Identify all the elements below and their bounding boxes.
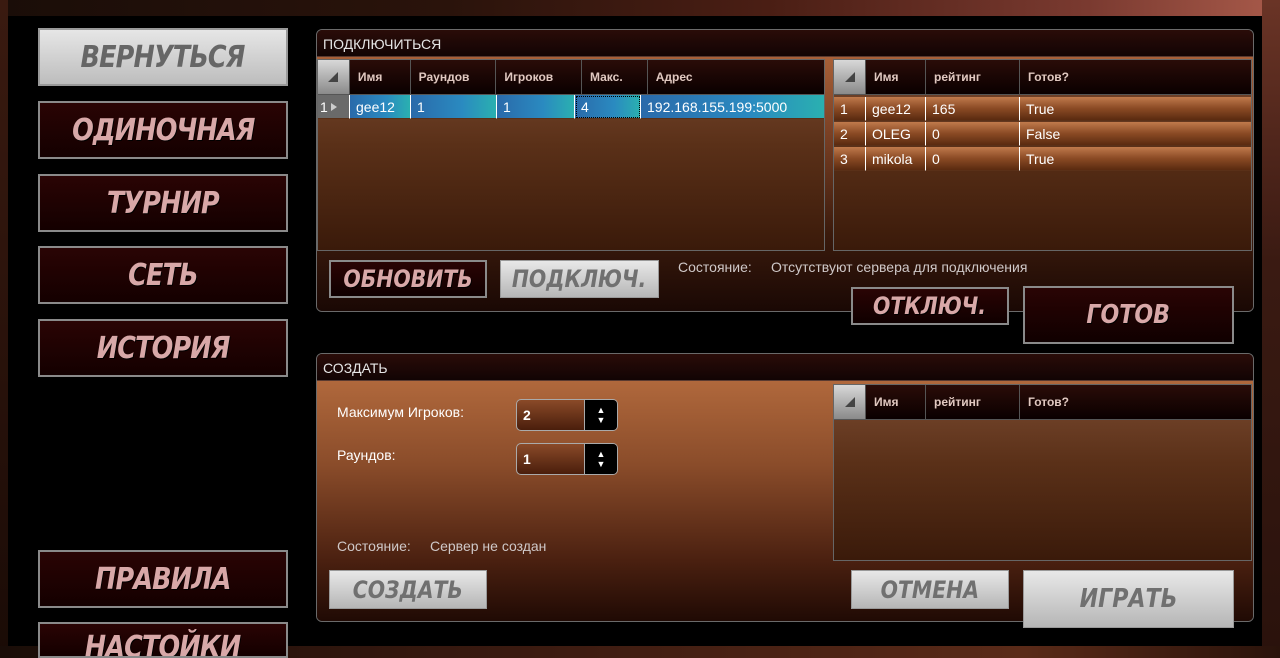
select-all-corner[interactable] (318, 60, 350, 94)
max-players-value: 2 (523, 407, 531, 423)
player-rating-cell[interactable]: 0 (926, 147, 1020, 171)
tournament-label: ТУРНИР (106, 185, 220, 221)
ready-button[interactable]: ГОТОВ (1023, 286, 1234, 344)
select-all-corner[interactable] (834, 385, 866, 419)
sort-triangle-icon (844, 397, 855, 407)
servers-col-address[interactable]: Адрес (648, 60, 824, 94)
row-index[interactable]: 1 (834, 97, 866, 121)
player-name-cell[interactable]: gee12 (866, 97, 926, 121)
connect-players-grid[interactable]: Имя рейтинг Готов? 1 gee12 165 True 2 OL… (833, 59, 1252, 251)
arrow-down-icon[interactable]: ▼ (597, 415, 606, 425)
max-players-label: Максимум Игроков: (337, 404, 464, 420)
history-button[interactable]: ИСТОРИЯ (38, 319, 288, 377)
background-left (0, 0, 8, 658)
sort-triangle-icon (328, 72, 339, 82)
disconnect-label: ОТКЛЮЧ. (873, 292, 987, 320)
disconnect-button[interactable]: ОТКЛЮЧ. (851, 287, 1009, 325)
servers-grid-header: Имя Раундов Игроков Макс. Адрес (318, 60, 824, 95)
settings-button[interactable]: НАСТОЙКИ (38, 622, 288, 658)
sort-triangle-icon (844, 72, 855, 82)
players-col-ready[interactable]: Готов? (1020, 60, 1251, 94)
row-index[interactable]: 2 (834, 122, 866, 146)
create-status-label: Состояние: (337, 538, 411, 554)
table-row[interactable]: 1 gee12 165 True (834, 97, 1251, 121)
tournament-button[interactable]: ТУРНИР (38, 174, 288, 232)
connect-button[interactable]: ПОДКЛЮЧ. (500, 260, 659, 298)
ready-label: ГОТОВ (1086, 300, 1171, 330)
servers-col-rounds[interactable]: Раундов (411, 60, 497, 94)
player-name-cell[interactable]: OLEG (866, 122, 926, 146)
rounds-label: Раундов: (337, 447, 396, 463)
server-name-cell[interactable]: gee12 (350, 95, 411, 119)
player-ready-cell[interactable]: False (1020, 122, 1251, 146)
connect-panel-title: ПОДКЛЮЧИТЬСЯ (317, 30, 1253, 57)
connect-players-header: Имя рейтинг Готов? (834, 60, 1251, 95)
create-status-value: Сервер не создан (430, 538, 547, 554)
server-max-cell[interactable]: 4 (575, 95, 641, 119)
row-index: 1 (320, 98, 328, 115)
player-ready-cell[interactable]: True (1020, 147, 1251, 171)
create-label: СОЗДАТЬ (352, 575, 464, 604)
table-row[interactable]: 3 mikola 0 True (834, 147, 1251, 171)
back-button[interactable]: ВЕРНУТЬСЯ (38, 28, 288, 86)
single-game-button[interactable]: ОДИНОЧНАЯ (38, 101, 288, 159)
settings-label: НАСТОЙКИ (85, 630, 241, 658)
servers-col-name[interactable]: Имя (350, 60, 411, 94)
current-row-arrow-icon (330, 102, 337, 111)
play-label: ИГРАТЬ (1079, 584, 1178, 614)
back-button-label: ВЕРНУТЬСЯ (80, 39, 246, 75)
network-button[interactable]: СЕТЬ (38, 246, 288, 304)
row-index[interactable]: 3 (834, 147, 866, 171)
player-name-cell[interactable]: mikola (866, 147, 926, 171)
network-label: СЕТЬ (128, 257, 198, 293)
rounds-stepper[interactable]: 1 ▲ ▼ (516, 443, 618, 475)
background-top (0, 0, 1280, 16)
player-rating-cell[interactable]: 165 (926, 97, 1020, 121)
create-panel-title: СОЗДАТЬ (317, 354, 1253, 381)
players-col-name[interactable]: Имя (866, 60, 926, 94)
create-players-grid[interactable]: Имя рейтинг Готов? (833, 384, 1252, 561)
arrow-up-icon[interactable]: ▲ (597, 405, 606, 415)
connect-status-value: Отсутствуют сервера для подключения (771, 259, 1028, 275)
player-ready-cell[interactable]: True (1020, 97, 1251, 121)
table-row[interactable]: 2 OLEG 0 False (834, 122, 1251, 146)
players-col-name[interactable]: Имя (866, 385, 926, 419)
rules-button[interactable]: ПРАВИЛА (38, 550, 288, 608)
row-header[interactable]: 1 (318, 95, 350, 119)
history-label: ИСТОРИЯ (96, 330, 231, 366)
refresh-button[interactable]: ОБНОВИТЬ (329, 260, 487, 298)
connect-status-label: Состояние: (678, 259, 752, 275)
player-rating-cell[interactable]: 0 (926, 122, 1020, 146)
players-col-ready[interactable]: Готов? (1020, 385, 1251, 419)
create-button[interactable]: СОЗДАТЬ (329, 570, 487, 609)
rules-label: ПРАВИЛА (95, 561, 231, 597)
players-col-rating[interactable]: рейтинг (926, 385, 1020, 419)
single-game-label: ОДИНОЧНАЯ (71, 112, 255, 148)
stepper-arrows[interactable]: ▲ ▼ (584, 400, 617, 430)
players-col-rating[interactable]: рейтинг (926, 60, 1020, 94)
arrow-up-icon[interactable]: ▲ (597, 449, 606, 459)
server-rounds-cell[interactable]: 1 (411, 95, 497, 119)
play-button[interactable]: ИГРАТЬ (1023, 570, 1234, 628)
max-players-stepper[interactable]: 2 ▲ ▼ (516, 399, 618, 431)
cancel-label: ОТМЕНА (880, 575, 980, 604)
stepper-arrows[interactable]: ▲ ▼ (584, 444, 617, 474)
refresh-label: ОБНОВИТЬ (343, 265, 473, 293)
background-right (1262, 0, 1280, 658)
arrow-down-icon[interactable]: ▼ (597, 459, 606, 469)
server-address-cell[interactable]: 192.168.155.199:5000 (641, 95, 824, 119)
table-row[interactable]: 1 gee12 1 1 4 192.168.155.199:5000 (318, 95, 824, 119)
rounds-value: 1 (523, 451, 531, 467)
servers-grid[interactable]: Имя Раундов Игроков Макс. Адрес 1 gee12 … (317, 59, 825, 251)
servers-col-players[interactable]: Игроков (496, 60, 582, 94)
connect-label: ПОДКЛЮЧ. (512, 265, 647, 293)
servers-col-max[interactable]: Макс. (582, 60, 648, 94)
create-players-header: Имя рейтинг Готов? (834, 385, 1251, 420)
select-all-corner[interactable] (834, 60, 866, 94)
server-players-cell[interactable]: 1 (497, 95, 575, 119)
cancel-button[interactable]: ОТМЕНА (851, 570, 1009, 609)
